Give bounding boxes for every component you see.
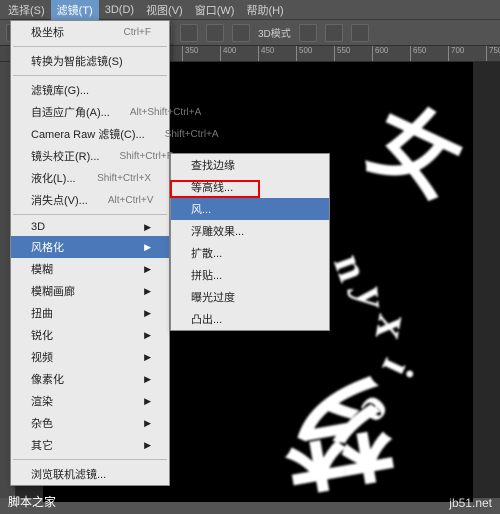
ruler-tick: 500: [296, 46, 312, 62]
menu-help[interactable]: 帮助(H): [240, 0, 289, 20]
menu-separator: [13, 214, 167, 215]
filter-menu: 极坐标Ctrl+F 转换为智能滤镜(S) 滤镜库(G)...自适应广角(A)..…: [10, 20, 170, 486]
tool-btn-8[interactable]: [206, 24, 224, 42]
menu-item[interactable]: 其它▶: [11, 434, 169, 456]
menu-item-browse-online[interactable]: 浏览联机滤镜...: [11, 463, 169, 485]
menu-item-last-filter[interactable]: 极坐标Ctrl+F: [11, 21, 169, 43]
menu-item[interactable]: 视频▶: [11, 346, 169, 368]
menu-separator: [13, 75, 167, 76]
ruler-tick: 750: [486, 46, 500, 62]
ruler-tick: 450: [258, 46, 274, 62]
canvas-char: y: [346, 284, 399, 310]
menu-separator: [13, 459, 167, 460]
mode-label: 3D模式: [258, 25, 291, 40]
menu-filter[interactable]: 滤镜(T): [51, 0, 99, 20]
menu-item[interactable]: 扭曲▶: [11, 302, 169, 324]
menu-3d[interactable]: 3D(D): [99, 2, 140, 18]
submenu-item[interactable]: 等高线...: [171, 176, 329, 198]
ruler-tick: 600: [372, 46, 388, 62]
canvas-char: 梦: [270, 354, 406, 502]
submenu-item[interactable]: 查找边缘: [171, 154, 329, 176]
menu-item[interactable]: Camera Raw 滤镜(C)...Shift+Ctrl+A: [11, 123, 169, 145]
tool-btn-7[interactable]: [180, 24, 198, 42]
menu-item[interactable]: 3D▶: [11, 218, 169, 236]
menu-item[interactable]: 滤镜库(G)...: [11, 79, 169, 101]
menu-item[interactable]: 消失点(V)...Alt+Ctrl+V: [11, 189, 169, 211]
menu-item[interactable]: 风格化▶: [11, 236, 169, 258]
menu-item[interactable]: 自适应广角(A)...Alt+Shift+Ctrl+A: [11, 101, 169, 123]
menu-item[interactable]: 锐化▶: [11, 324, 169, 346]
submenu-item[interactable]: 拼贴...: [171, 264, 329, 286]
menu-window[interactable]: 窗口(W): [189, 0, 241, 20]
canvas-char: 女: [352, 69, 473, 221]
canvas-char: x: [364, 311, 422, 344]
menu-item[interactable]: 模糊▶: [11, 258, 169, 280]
submenu-item[interactable]: 浮雕效果...: [171, 220, 329, 242]
tool-btn-10[interactable]: [299, 24, 317, 42]
ruler-tick: 400: [220, 46, 236, 62]
menu-item[interactable]: 渲染▶: [11, 390, 169, 412]
submenu-item[interactable]: 风...: [171, 198, 329, 220]
menu-select[interactable]: 选择(S): [2, 0, 51, 20]
menu-item[interactable]: 镜头校正(R)...Shift+Ctrl+R: [11, 145, 169, 167]
menu-item[interactable]: 液化(L)...Shift+Ctrl+X: [11, 167, 169, 189]
menu-item[interactable]: 像素化▶: [11, 368, 169, 390]
menu-item-convert-smart[interactable]: 转换为智能滤镜(S): [11, 50, 169, 72]
menu-item[interactable]: 杂色▶: [11, 412, 169, 434]
tool-btn-12[interactable]: [351, 24, 369, 42]
menu-separator: [13, 46, 167, 47]
credit-text: 脚本之家: [8, 493, 56, 510]
menu-view[interactable]: 视图(V): [140, 0, 189, 20]
menubar: 选择(S) 滤镜(T) 3D(D) 视图(V) 窗口(W) 帮助(H): [0, 0, 500, 20]
ruler-tick: 350: [182, 46, 198, 62]
canvas-char: n: [323, 247, 379, 287]
submenu-item[interactable]: 曝光过度: [171, 286, 329, 308]
ruler-tick: 550: [334, 46, 350, 62]
submenu-item[interactable]: 凸出...: [171, 308, 329, 330]
tool-btn-9[interactable]: [232, 24, 250, 42]
ruler-tick: 650: [410, 46, 426, 62]
stylize-submenu: 查找边缘等高线...风...浮雕效果...扩散...拼贴...曝光过度凸出...: [170, 153, 330, 331]
submenu-item[interactable]: 扩散...: [171, 242, 329, 264]
menu-item[interactable]: 模糊画廊▶: [11, 280, 169, 302]
tool-btn-11[interactable]: [325, 24, 343, 42]
watermark-text: jb51.net: [449, 496, 492, 510]
ruler-tick: 700: [448, 46, 464, 62]
